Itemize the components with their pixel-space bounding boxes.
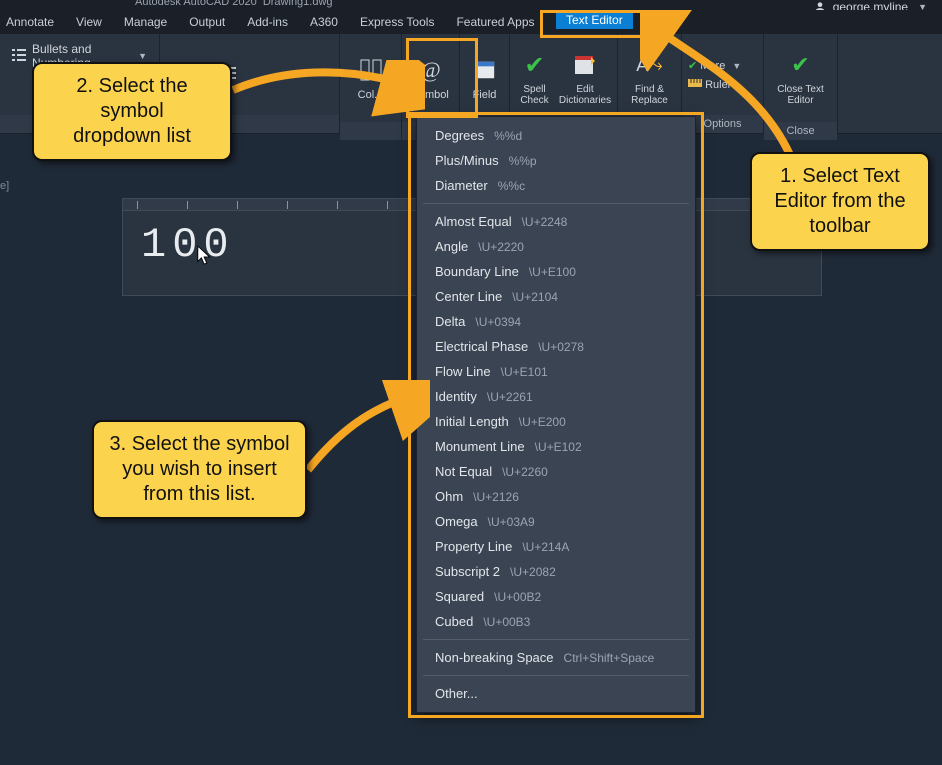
symbol-menu-item[interactable]: Delta\U+0394: [417, 309, 695, 334]
field-button[interactable]: Field: [466, 38, 503, 118]
symbol-menu-item[interactable]: Angle\U+2220: [417, 234, 695, 259]
columns-button[interactable]: Col...: [346, 38, 395, 118]
symbol-menu-item[interactable]: Degrees%%d: [417, 123, 695, 148]
symbol-menu-item[interactable]: Flow Line\U+E101: [417, 359, 695, 384]
symbol-menu-other[interactable]: Other...: [417, 681, 695, 706]
ribbon-group-cols: Col...: [340, 34, 402, 133]
menu-separator: [423, 639, 689, 640]
ruler-toggle[interactable]: Ruler: [688, 78, 731, 91]
symbol-button[interactable]: @ Symbol: [408, 38, 453, 118]
ribbon-group-close: ✔ Close Text Editor Close: [764, 34, 838, 133]
menu-a360[interactable]: A360: [310, 15, 338, 29]
symbol-menu-item[interactable]: Diameter%%c: [417, 173, 695, 198]
callout-3: 3. Select the symbol you wish to insert …: [92, 420, 307, 519]
field-icon: [470, 55, 500, 85]
symbol-menu-item[interactable]: Monument Line\U+E102: [417, 434, 695, 459]
menu-view[interactable]: View: [76, 15, 102, 29]
find-icon: A⤳: [635, 50, 665, 80]
book-icon: [570, 50, 600, 80]
menu-separator: [423, 675, 689, 676]
symbol-menu-item[interactable]: Identity\U+2261: [417, 384, 695, 409]
symbol-menu-item[interactable]: Subscript 2\U+2082: [417, 559, 695, 584]
symbol-menu-item[interactable]: Squared\U+00B2: [417, 584, 695, 609]
spell-button[interactable]: ✔ Spell Check: [516, 38, 553, 118]
app-title: Autodesk AutoCAD 2020 Drawing1.dwg: [135, 0, 333, 8]
callout-2: 2. Select the symbol dropdown list: [32, 62, 232, 161]
symbol-menu-item[interactable]: Electrical Phase\U+0278: [417, 334, 695, 359]
columns-icon: [356, 55, 386, 85]
check-icon: ✔: [786, 50, 816, 80]
menu-featured[interactable]: Featured Apps: [456, 15, 534, 29]
symbol-menu-item[interactable]: Plus/Minus%%p: [417, 148, 695, 173]
symbol-menu-item[interactable]: Not Equal\U+2260: [417, 459, 695, 484]
chevron-down-icon: ▼: [138, 51, 147, 61]
symbol-menu-item[interactable]: Ohm\U+2126: [417, 484, 695, 509]
arrow-3: [300, 380, 430, 480]
symbol-menu-item[interactable]: Boundary Line\U+E100: [417, 259, 695, 284]
tab-text-editor[interactable]: Text Editor: [556, 11, 633, 29]
ruler-icon: [688, 79, 702, 91]
menu-addins[interactable]: Add-ins: [247, 15, 288, 29]
check-icon: ✔: [688, 60, 697, 72]
symbol-menu-item[interactable]: Omega\U+03A9: [417, 509, 695, 534]
mouse-cursor-icon: [197, 245, 213, 267]
side-label: e]: [0, 180, 9, 192]
more-button[interactable]: ✔ More ▼: [688, 59, 741, 72]
menu-output[interactable]: Output: [189, 15, 225, 29]
callout-1: 1. Select Text Editor from the toolbar: [750, 152, 930, 251]
symbol-menu-item[interactable]: Property Line\U+214A: [417, 534, 695, 559]
titlebar: Autodesk AutoCAD 2020 Drawing1.dwg: [0, 0, 942, 10]
symbol-menu-item[interactable]: Center Line\U+2104: [417, 284, 695, 309]
symbol-menu-item[interactable]: Non-breaking SpaceCtrl+Shift+Space: [417, 645, 695, 670]
symbol-dropdown: Degrees%%dPlus/Minus%%pDiameter%%c Almost…: [416, 116, 696, 713]
menu-separator: [423, 203, 689, 204]
close-editor-button[interactable]: ✔ Close Text Editor: [770, 38, 831, 118]
at-icon: @: [416, 55, 446, 85]
panel-close-label: Close: [764, 122, 837, 140]
find-button[interactable]: A⤳ Find & Replace: [624, 38, 675, 118]
check-icon: ✔: [520, 50, 550, 80]
menubar: Annotate View Manage Output Add-ins A360…: [0, 10, 942, 34]
dict-button[interactable]: Edit Dictionaries: [559, 38, 611, 118]
symbol-menu-item[interactable]: Almost Equal\U+2248: [417, 209, 695, 234]
menu-express[interactable]: Express Tools: [360, 15, 434, 29]
symbol-menu-item[interactable]: Initial Length\U+E200: [417, 409, 695, 434]
menu-annotate[interactable]: Annotate: [6, 15, 54, 29]
bullets-icon: [12, 48, 26, 65]
menu-manage[interactable]: Manage: [124, 15, 167, 29]
symbol-menu-item[interactable]: Cubed\U+00B3: [417, 609, 695, 634]
